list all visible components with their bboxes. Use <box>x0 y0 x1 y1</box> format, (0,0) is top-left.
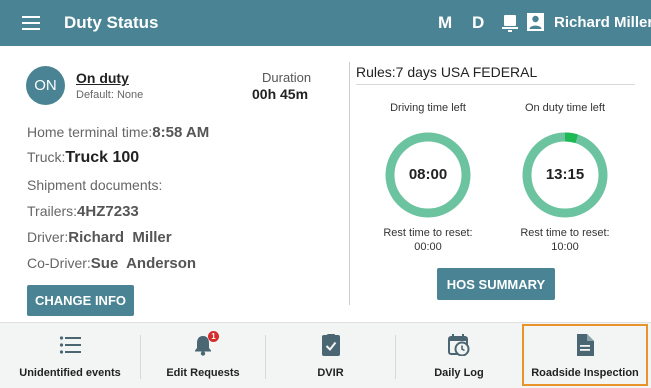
codriver-value: Sue Anderson <box>90 255 197 272</box>
home-terminal-value: 8:58 AM <box>152 124 210 141</box>
app-header: Duty Status M D Richard Miller <box>0 0 651 46</box>
page-title: Duty Status <box>64 13 159 32</box>
codriver-row: Co-Driver:Sue Anderson <box>27 255 196 272</box>
mode-d-button[interactable]: D <box>472 13 484 33</box>
driver-row: Driver:Richard Miller <box>27 229 172 246</box>
truck-label: Truck: <box>27 149 66 165</box>
duty-status-default: Default: None <box>76 89 144 101</box>
nav-edit-requests[interactable]: 1 Edit Requests <box>141 323 265 388</box>
duty-status-badge[interactable]: ON <box>26 66 65 105</box>
tablet-icon[interactable] <box>502 14 518 32</box>
nav-unidentified-label: Unidentified events <box>19 367 121 379</box>
user-icon[interactable] <box>527 13 544 31</box>
onduty-reset-value: 10:00 <box>551 241 579 253</box>
nav-unidentified-events[interactable]: Unidentified events <box>0 323 140 388</box>
driving-time-label: Driving time left <box>390 102 466 114</box>
nav-daily-log[interactable]: Daily Log <box>396 323 522 388</box>
nav-edit-requests-label: Edit Requests <box>166 367 240 379</box>
onduty-time-label: On duty time left <box>524 102 606 114</box>
home-terminal-label: Home terminal time: <box>27 124 153 140</box>
driver-label: Driver: <box>27 229 69 245</box>
change-info-button[interactable]: CHANGE INFO <box>27 285 134 316</box>
truck-value: Truck 100 <box>65 149 140 166</box>
trailers-row: Trailers:4HZ7233 <box>27 203 139 220</box>
home-terminal-row: Home terminal time:8:58 AM <box>27 124 209 141</box>
user-name[interactable]: Richard Miller <box>554 14 651 31</box>
list-icon <box>58 333 82 357</box>
nav-daily-log-label: Daily Log <box>434 367 484 379</box>
codriver-label: Co-Driver: <box>27 255 91 271</box>
mode-m-button[interactable]: M <box>438 13 452 33</box>
panel-divider <box>349 62 350 305</box>
trailers-label: Trailers: <box>27 203 78 219</box>
edit-requests-badge: 1 <box>208 331 219 342</box>
onduty-reset-label: Rest time to reset: <box>520 227 610 239</box>
duration-label: Duration <box>262 70 312 85</box>
bell-icon: 1 <box>191 331 219 357</box>
nav-dvir-label: DVIR <box>317 367 344 379</box>
duty-status-link[interactable]: On duty <box>76 70 129 86</box>
hos-summary-button[interactable]: HOS SUMMARY <box>437 268 555 300</box>
roadside-inspection-highlight <box>522 324 648 386</box>
clipboard-check-icon <box>319 333 343 357</box>
rules-divider <box>356 84 635 85</box>
nav-dvir[interactable]: DVIR <box>266 323 395 388</box>
shipment-row: Shipment documents: <box>27 177 162 193</box>
onduty-time-value: 13:15 <box>545 166 585 183</box>
truck-row: Truck:Truck 100 <box>27 149 139 167</box>
trailers-value: 4HZ7233 <box>77 203 139 220</box>
duration-value: 00h 45m <box>252 86 309 102</box>
duty-status-screen: Duty Status M D Richard Miller ON On dut… <box>0 0 651 388</box>
hamburger-menu-icon[interactable] <box>22 16 40 30</box>
rules-text: Rules:7 days USA FEDERAL <box>356 64 538 80</box>
driver-value: Richard Miller <box>68 229 172 246</box>
driving-reset-label: Rest time to reset: <box>383 227 473 239</box>
driving-reset-value: 00:00 <box>414 241 442 253</box>
shipment-label: Shipment documents: <box>27 177 163 193</box>
driving-time-value: 08:00 <box>408 166 448 183</box>
calendar-clock-icon <box>447 333 471 357</box>
